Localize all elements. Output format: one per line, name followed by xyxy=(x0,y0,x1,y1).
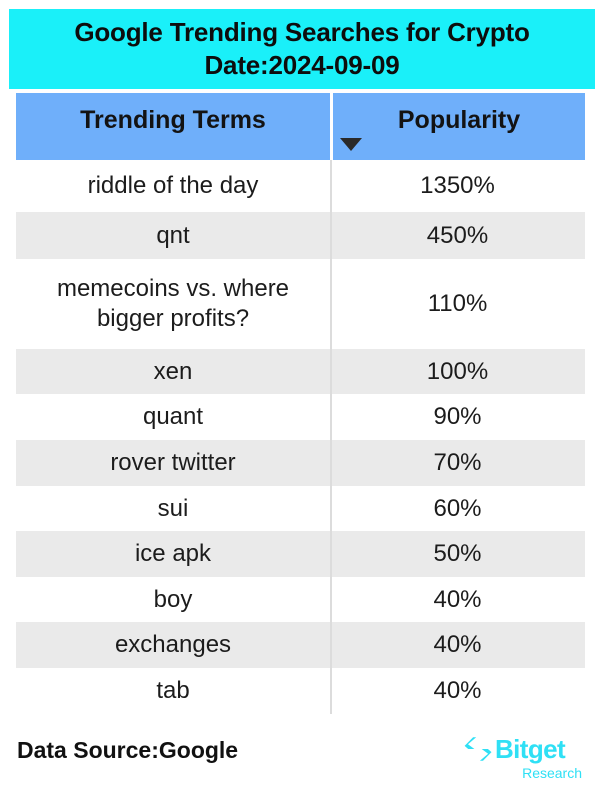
data-source-label: Data Source:Google xyxy=(17,737,239,763)
table-row: xen 100% xyxy=(16,349,585,394)
column-divider xyxy=(330,394,332,440)
table-row: rover twitter 70% xyxy=(16,440,585,486)
cell-trending-term: memecoins vs. where bigger profits? xyxy=(56,275,290,332)
cell-trending-term: quant xyxy=(142,403,204,430)
column-header-popularity[interactable]: Popularity xyxy=(333,93,585,160)
cell-popularity: 60% xyxy=(433,494,482,522)
cell-trending-term: riddle of the day xyxy=(87,172,259,199)
cell-trending-term: qnt xyxy=(156,221,190,249)
cell-popularity: 100% xyxy=(426,357,489,385)
cell-trending-term: sui xyxy=(157,494,189,522)
title-line-1: Google Trending Searches for Crypto xyxy=(74,17,530,47)
cell-popularity: 40% xyxy=(433,677,482,704)
title-line-2-date: Date:2024-09-09 xyxy=(204,50,400,80)
cell-trending-term: boy xyxy=(153,585,193,613)
cell-popularity: 1350% xyxy=(420,172,495,199)
cell-trending-term: tab xyxy=(156,677,190,704)
table-row: riddle of the day 1350% xyxy=(16,160,585,212)
cell-popularity: 70% xyxy=(433,449,482,476)
column-divider xyxy=(330,212,332,259)
footer: Data Source:Google Bitget Research xyxy=(0,726,600,806)
column-divider xyxy=(330,349,332,394)
cell-trending-term: xen xyxy=(153,357,193,385)
cell-popularity: 40% xyxy=(433,585,482,613)
bitget-research-subtitle: Research xyxy=(522,765,582,781)
column-divider xyxy=(330,531,332,577)
cell-popularity: 40% xyxy=(433,631,482,658)
table-row: qnt 450% xyxy=(16,212,585,259)
cell-popularity: 110% xyxy=(427,290,488,317)
column-divider xyxy=(330,440,332,486)
column-divider xyxy=(330,486,332,531)
sort-descending-triangle-icon[interactable] xyxy=(340,138,362,151)
trending-searches-table: Trending Terms Popularity riddle of the … xyxy=(16,93,585,714)
bitget-research-logo: Bitget Research xyxy=(464,734,584,786)
cell-trending-term: rover twitter xyxy=(110,449,236,476)
table-row: memecoins vs. where bigger profits? 110% xyxy=(16,259,585,349)
column-divider xyxy=(330,577,332,622)
bitget-wordmark: Bitget xyxy=(495,734,566,764)
column-header-trending-terms[interactable]: Trending Terms xyxy=(16,93,330,160)
column-header-trending-terms-label: Trending Terms xyxy=(80,106,266,134)
title-banner: Google Trending Searches for Crypto Date… xyxy=(9,9,595,89)
cell-trending-term: ice apk xyxy=(134,540,212,567)
table-row: exchanges 40% xyxy=(16,622,585,668)
table-row: boy 40% xyxy=(16,577,585,622)
cell-popularity: 90% xyxy=(433,403,482,430)
bitget-chevron-mark-icon xyxy=(464,737,492,761)
column-divider xyxy=(330,160,332,212)
column-divider xyxy=(330,622,332,668)
table-row: quant 90% xyxy=(16,394,585,440)
table-row: sui 60% xyxy=(16,486,585,531)
table-row: tab 40% xyxy=(16,668,585,714)
cell-trending-term: exchanges xyxy=(114,631,232,658)
table-body: riddle of the day 1350% qnt 450% memecoins v… xyxy=(16,160,585,714)
column-divider xyxy=(330,259,332,349)
table-row: ice apk 50% xyxy=(16,531,585,577)
column-header-popularity-label: Popularity xyxy=(397,106,521,134)
cell-popularity: 50% xyxy=(433,540,482,567)
column-divider xyxy=(330,668,332,714)
table-header-row: Trending Terms Popularity xyxy=(16,93,585,160)
cell-popularity: 450% xyxy=(426,221,489,249)
